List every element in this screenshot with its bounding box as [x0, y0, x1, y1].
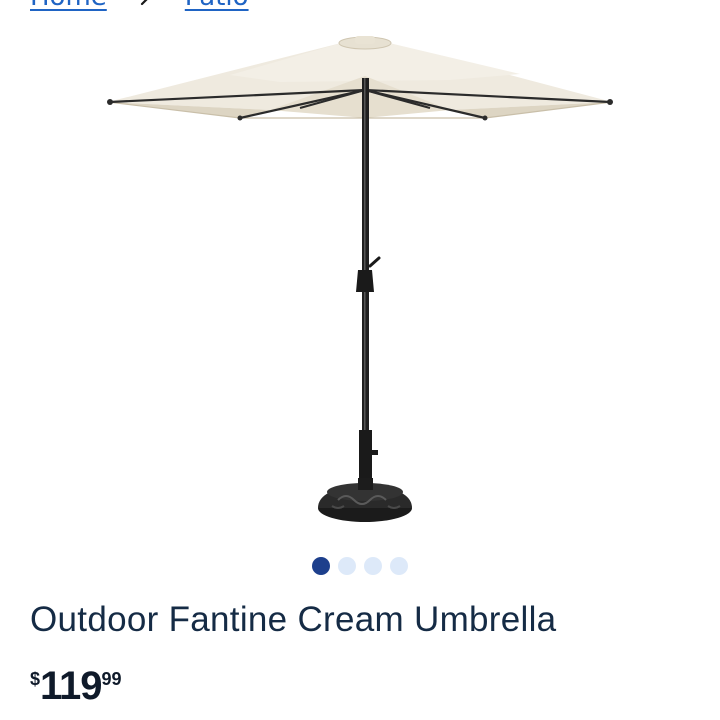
- price-currency: $: [30, 669, 41, 689]
- umbrella-pole: [356, 78, 381, 498]
- price-cents: 99: [101, 669, 122, 689]
- price-dollars: 119: [40, 664, 103, 708]
- chevron-right-icon: [140, 0, 148, 6]
- product-image[interactable]: [100, 30, 620, 530]
- carousel-dot-1[interactable]: [312, 557, 330, 575]
- product-page: Home Patio: [0, 0, 720, 720]
- breadcrumb-link-home[interactable]: Home: [30, 0, 107, 12]
- carousel-dot-4[interactable]: [390, 557, 408, 575]
- product-title: Outdoor Fantine Cream Umbrella: [30, 600, 557, 639]
- umbrella-base: [318, 478, 412, 522]
- carousel-dot-3[interactable]: [364, 557, 382, 575]
- umbrella-canopy: [107, 36, 613, 121]
- carousel-dot-2[interactable]: [338, 557, 356, 575]
- image-carousel-dots: [0, 557, 720, 575]
- product-price: $ 119 99: [30, 664, 122, 708]
- breadcrumb-link-patio[interactable]: Patio: [185, 0, 249, 12]
- breadcrumb: Home Patio: [30, 0, 249, 14]
